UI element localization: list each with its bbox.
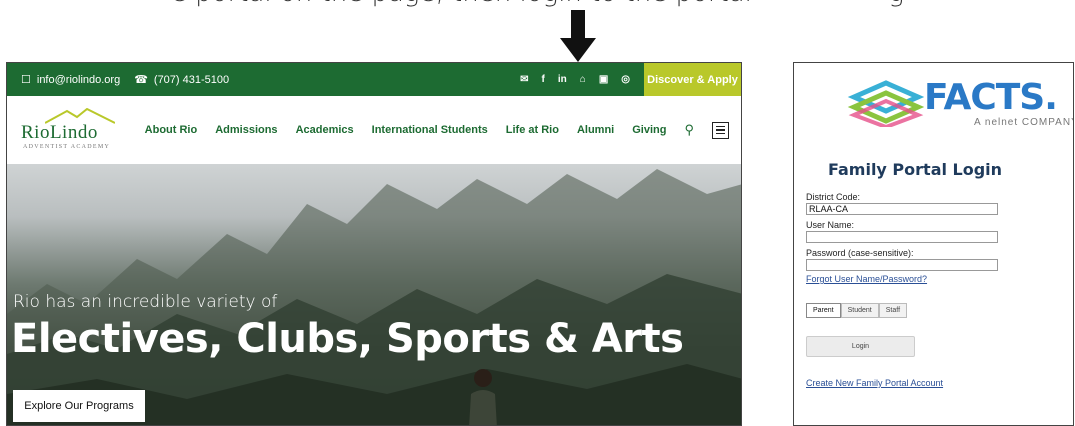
forgot-credentials-link[interactable]: Forgot User Name/Password? — [806, 274, 998, 284]
role-selector: Parent Student Staff — [806, 303, 998, 318]
facts-login-panel: FACTS. A nelnet COMPANY Family Portal Lo… — [793, 62, 1074, 426]
facebook-icon[interactable]: f — [542, 74, 545, 85]
district-code-label: District Code: — [806, 192, 861, 202]
login-form: District Code: RLAA-CA User Name: Passwo… — [806, 192, 998, 388]
hero-banner: Rio has an incredible variety of Electiv… — [7, 164, 741, 425]
nav-admissions[interactable]: Admissions — [215, 124, 277, 136]
facts-tagline: A nelnet COMPANY — [974, 117, 1074, 128]
username-field[interactable] — [806, 231, 998, 243]
nav-giving[interactable]: Giving — [632, 124, 666, 136]
main-navbar: RioLindo ADVENTIST ACADEMY About Rio Adm… — [7, 96, 741, 164]
phone-icon: ☎ — [134, 74, 148, 86]
password-label: Password (case-sensitive): — [806, 248, 914, 258]
caption-right-text: g — [888, 0, 904, 8]
graduation-cap-icon[interactable]: ⌂ — [580, 74, 586, 85]
search-icon[interactable]: ⚲ — [684, 122, 694, 138]
email-contact[interactable]: ☐ info@riolindo.org — [21, 73, 121, 87]
phone-text: (707) 431-5100 — [153, 73, 230, 86]
chat-icon: ☐ — [21, 74, 31, 86]
nav-menu: About Rio Admissions Academics Internati… — [145, 121, 729, 139]
create-account-link[interactable]: Create New Family Portal Account — [806, 378, 998, 388]
explore-programs-button[interactable]: Explore Our Programs — [13, 390, 145, 422]
role-parent-tab[interactable]: Parent — [806, 303, 841, 318]
portal-title: Family Portal Login — [828, 160, 1003, 179]
instagram-icon[interactable]: ◎ — [621, 74, 630, 85]
down-arrow-icon — [560, 10, 596, 62]
nav-life-at-rio[interactable]: Life at Rio — [506, 124, 559, 136]
mail-icon[interactable]: ✉ — [520, 74, 528, 85]
login-button[interactable]: Login — [806, 336, 915, 357]
social-links: ✉ f in ⌂ ▣ ◎ — [520, 74, 630, 85]
logo-subtitle: ADVENTIST ACADEMY — [23, 144, 111, 150]
instruction-caption: e portal on the page, then login to the … — [0, 0, 1075, 18]
caption-left-text: e portal on the page, then login to the … — [171, 0, 752, 8]
role-student-tab[interactable]: Student — [840, 303, 879, 318]
role-staff-tab[interactable]: Staff — [878, 303, 908, 318]
username-label: User Name: — [806, 220, 855, 230]
district-code-field[interactable]: RLAA-CA — [806, 203, 998, 215]
logo-name: RioLindo — [21, 122, 98, 143]
nav-about-rio[interactable]: About Rio — [145, 124, 198, 136]
nav-international-students[interactable]: International Students — [372, 124, 488, 136]
facts-wordmark: FACTS. — [924, 77, 1058, 118]
school-website: ☐ info@riolindo.org ☎ (707) 431-5100 ✉ f… — [6, 62, 742, 426]
site-topbar: ☐ info@riolindo.org ☎ (707) 431-5100 ✉ f… — [7, 63, 741, 96]
facts-logo: FACTS. A nelnet COMPANY — [846, 77, 1073, 133]
hamburger-menu-icon[interactable] — [712, 121, 729, 139]
youtube-icon[interactable]: ▣ — [599, 74, 608, 85]
hero-lead-text: Rio has an incredible variety of — [13, 292, 278, 312]
password-field[interactable] — [806, 259, 998, 271]
facts-emblem-icon — [847, 80, 925, 127]
phone-contact[interactable]: ☎ (707) 431-5100 — [134, 73, 230, 87]
email-text: info@riolindo.org — [36, 73, 121, 86]
riolindo-logo[interactable]: RioLindo ADVENTIST ACADEMY — [21, 108, 131, 152]
hero-headline: Electives, Clubs, Sports & Arts — [11, 316, 684, 362]
nav-alumni[interactable]: Alumni — [577, 124, 614, 136]
nav-academics[interactable]: Academics — [296, 124, 354, 136]
linkedin-icon[interactable]: in — [558, 74, 567, 85]
discover-apply-button[interactable]: Discover & Apply — [644, 63, 741, 96]
person-figure — [469, 369, 497, 425]
